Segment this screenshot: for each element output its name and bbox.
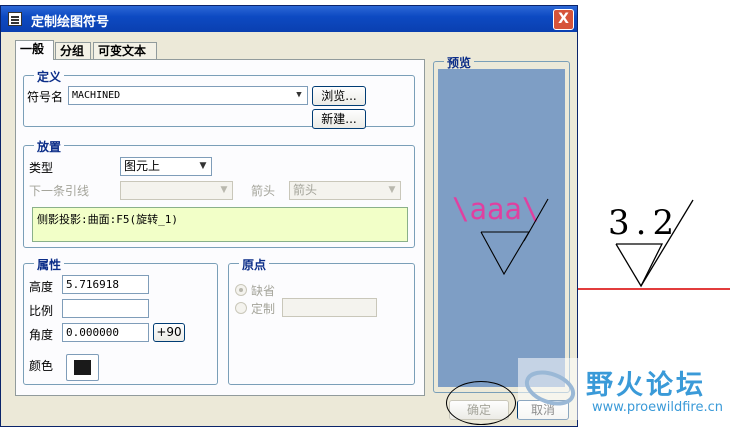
height-input[interactable]: 5.716918 xyxy=(62,275,149,294)
preview-symbol: \aaa\ xyxy=(452,192,549,276)
roughness-triangle xyxy=(615,243,664,288)
roughness-value: 3.2 xyxy=(608,203,680,243)
properties-legend: 属性 xyxy=(34,256,65,273)
tab-panel-general: 定义 符号名 MACHINED ▼ 浏览... 新建... 放置 类型 图元上 … xyxy=(15,59,425,396)
scale-label: 比例 xyxy=(29,304,54,318)
chevron-down-icon: ▼ xyxy=(296,90,302,100)
origin-custom-radio[interactable] xyxy=(235,302,247,314)
definition-legend: 定义 xyxy=(34,68,65,85)
type-select[interactable]: 图元上 ▼ xyxy=(120,157,212,176)
arrow-label: 箭头 xyxy=(251,184,276,198)
chevron-down-icon: ▼ xyxy=(388,185,396,195)
tab-general[interactable]: 一般 xyxy=(15,40,54,60)
origin-custom-input[interactable] xyxy=(282,298,377,317)
preview-group: 预览 \aaa\ xyxy=(433,54,570,393)
title-bar[interactable]: 定制绘图符号 X xyxy=(1,6,577,32)
preview-symbol-text: \aaa\ xyxy=(452,192,539,226)
symbol-name-value: MACHINED xyxy=(72,90,121,101)
placement-legend: 放置 xyxy=(34,138,65,155)
origin-default-radio[interactable] xyxy=(235,284,247,296)
angle-input[interactable]: 0.000000 xyxy=(62,323,149,342)
chevron-down-icon: ▼ xyxy=(199,161,207,171)
preview-area: \aaa\ xyxy=(438,69,565,387)
browse-button[interactable]: 浏览... xyxy=(312,86,366,106)
arrow-select[interactable]: 箭头 ▼ xyxy=(289,181,401,200)
type-label: 类型 xyxy=(29,161,54,175)
color-button[interactable] xyxy=(66,354,99,381)
origin-legend: 原点 xyxy=(239,256,270,273)
scale-input[interactable] xyxy=(62,299,149,318)
highlight-ellipse xyxy=(446,381,516,425)
height-label: 高度 xyxy=(29,280,54,294)
arrow-value: 箭头 xyxy=(293,183,318,197)
new-button[interactable]: 新建... xyxy=(312,109,366,129)
angle-label: 角度 xyxy=(29,328,54,342)
tab-variable-text[interactable]: 可变文本 xyxy=(93,42,157,59)
watermark-url: www.proewildfire.cn xyxy=(592,400,723,415)
symbol-name-select[interactable]: MACHINED ▼ xyxy=(68,86,308,105)
tab-grouping[interactable]: 分组 xyxy=(55,42,91,59)
origin-custom-label: 定制 xyxy=(251,302,276,316)
type-value: 图元上 xyxy=(124,159,161,173)
custom-symbol-dialog: 定制绘图符号 X 一般 分组 可变文本 定义 符号名 MACHINED ▼ 浏览… xyxy=(0,5,578,427)
chevron-down-icon: ▼ xyxy=(220,185,228,195)
preview-triangle xyxy=(480,231,530,276)
close-button[interactable]: X xyxy=(553,9,574,30)
roughness-symbol: 3.2 xyxy=(608,199,694,288)
placement-reference: 侧影投影:曲面:F5(旋转_1) xyxy=(32,207,408,242)
next-leader-select[interactable]: ▼ xyxy=(120,181,233,200)
color-label: 颜色 xyxy=(29,359,54,373)
watermark-name: 野火论坛 xyxy=(586,370,706,401)
symbol-name-label: 符号名 xyxy=(27,90,64,104)
watermark-logo xyxy=(524,370,576,406)
window-icon xyxy=(8,12,22,26)
dialog-title: 定制绘图符号 xyxy=(31,15,110,30)
next-leader-label: 下一条引线 xyxy=(29,184,90,198)
origin-default-label: 缺省 xyxy=(251,284,276,298)
plus90-button[interactable]: +90 xyxy=(153,323,185,342)
